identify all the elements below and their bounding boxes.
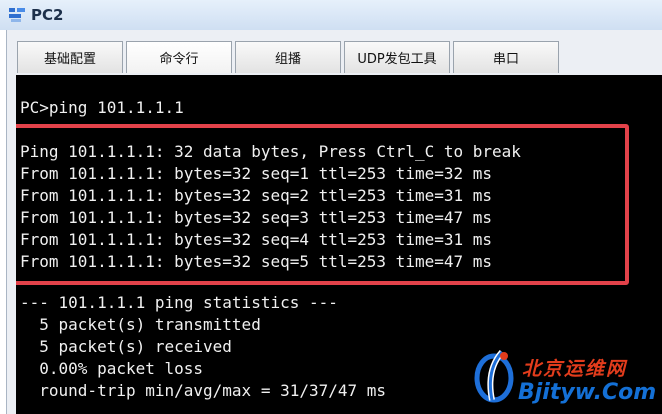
tab-serial-port[interactable]: 串口 xyxy=(453,41,559,73)
watermark: 北京运维网 Bjityw.Com xyxy=(466,346,662,414)
title-bar: PC2 xyxy=(0,0,662,30)
terminal-line: round-trip min/avg/max = 31/37/47 ms xyxy=(20,381,387,400)
watermark-site-name: 北京运维网 xyxy=(522,358,628,380)
terminal-line: 5 packet(s) transmitted xyxy=(20,315,261,334)
tab-bar: 基础配置 命令行 组播 UDP发包工具 串口 xyxy=(17,41,562,73)
terminal-line: --- 101.1.1.1 ping statistics --- xyxy=(20,293,338,312)
terminal-line: 5 packet(s) received xyxy=(20,337,232,356)
tab-multicast[interactable]: 组播 xyxy=(235,41,341,73)
watermark-url: Bjityw.Com xyxy=(518,380,657,405)
tab-udp-tool[interactable]: UDP发包工具 xyxy=(344,41,450,73)
highlight-box xyxy=(16,124,629,285)
window-title: PC2 xyxy=(31,6,64,24)
ensp-pc-icon xyxy=(9,8,25,22)
terminal-line: PC>ping 101.1.1.1 xyxy=(20,98,184,117)
tab-command-line[interactable]: 命令行 xyxy=(126,41,232,73)
watermark-logo-icon xyxy=(474,350,514,403)
terminal-line: 0.00% packet loss xyxy=(20,359,204,378)
tab-basic-config[interactable]: 基础配置 xyxy=(17,41,123,73)
